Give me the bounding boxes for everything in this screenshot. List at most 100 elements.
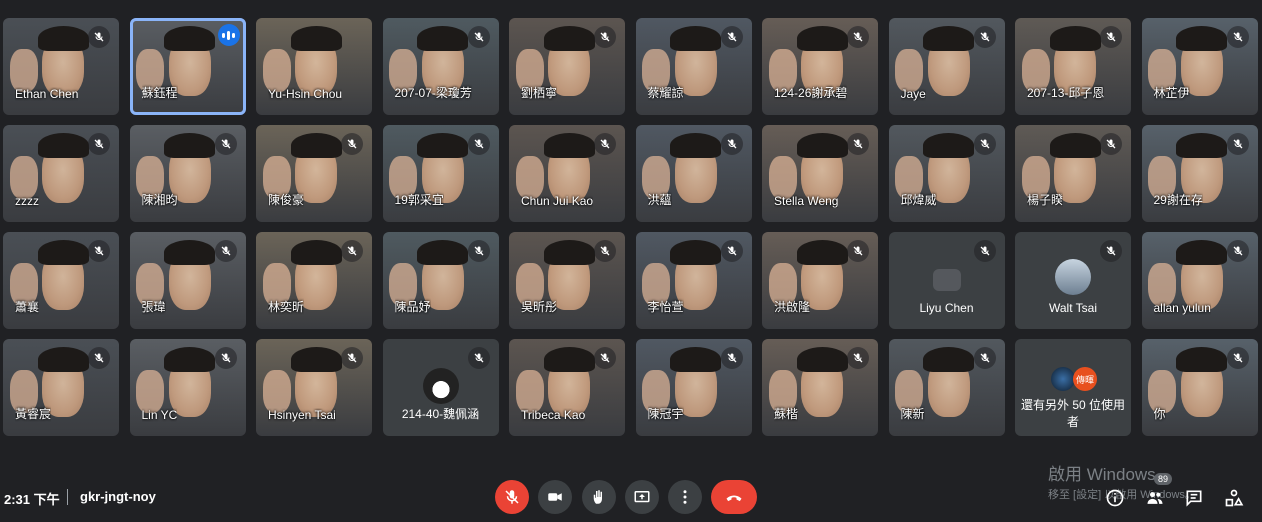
participant-tile[interactable]: 林芷伊 <box>1141 18 1258 115</box>
participant-tile[interactable]: 劉栖寧 <box>509 18 625 115</box>
mic-off-icon <box>1100 133 1122 155</box>
participant-name: Tribeca Kao <box>521 408 586 422</box>
participant-tile[interactable]: 你 <box>1141 339 1258 436</box>
mic-off-icon <box>847 26 869 48</box>
participant-tile[interactable]: Hsinyen Tsai <box>256 339 372 436</box>
raise-hand-button[interactable] <box>582 480 616 514</box>
participant-tile[interactable]: 陳冠宇 <box>635 339 752 436</box>
participant-tile[interactable]: 洪啟隆 <box>762 232 878 329</box>
speaking-indicator-icon <box>217 24 240 46</box>
participant-tile[interactable]: 207-07-梁瓊芳 <box>382 18 499 115</box>
participant-name: 蕭襄 <box>15 300 40 314</box>
participant-video <box>164 346 216 372</box>
participant-tile[interactable]: Ethan Chen <box>3 18 119 115</box>
participant-name: 蘇楷 <box>774 407 799 421</box>
participant-tile[interactable]: zzzz <box>3 125 119 222</box>
participant-video <box>543 346 595 372</box>
participant-tile[interactable]: Liyu Chen <box>888 232 1005 329</box>
participant-video <box>1049 132 1101 158</box>
participant-video <box>796 239 848 265</box>
participant-video <box>37 239 89 265</box>
participant-tile[interactable]: 蔡耀諒 <box>635 18 752 115</box>
participant-tile[interactable]: 楊子睽 <box>1015 125 1131 222</box>
avatar <box>1051 367 1075 391</box>
participant-tile[interactable]: 124-26謝承碧 <box>762 18 878 115</box>
participant-name: 蔡耀諒 <box>647 86 684 100</box>
meeting-details-button[interactable] <box>1104 487 1126 509</box>
participant-name: 207-13-邱子恩 <box>1027 86 1105 100</box>
participant-name: allan yulun <box>1153 301 1211 315</box>
participant-name: 林奕昕 <box>268 300 305 314</box>
more-options-button[interactable] <box>668 480 702 514</box>
participant-tile[interactable]: 陳湘昀 <box>129 125 246 222</box>
participant-video <box>1176 346 1228 372</box>
info-icon <box>1106 489 1124 507</box>
participant-tile[interactable]: Chun Jui Kao <box>509 125 625 222</box>
participant-video <box>164 239 216 265</box>
leave-call-button[interactable] <box>711 480 757 514</box>
participant-tile[interactable]: 214-40-魏佩涵 <box>382 339 499 436</box>
participant-tile[interactable]: 邱煒威 <box>888 125 1005 222</box>
participant-tile[interactable]: Stella Weng <box>762 125 878 222</box>
mic-off-icon <box>973 133 996 155</box>
participant-name: Chun Jui Kao <box>521 194 594 208</box>
participant-tile[interactable]: Tribeca Kao <box>509 339 625 436</box>
participant-tile[interactable]: 29謝在存 <box>1141 125 1258 222</box>
camera-toggle-button[interactable] <box>538 480 572 514</box>
participant-tile[interactable]: Lin YC <box>129 339 246 436</box>
participant-tile[interactable]: 蘇鈺程 <box>129 18 246 115</box>
participant-video <box>37 346 89 372</box>
participant-tile[interactable]: 吳昕彤 <box>509 232 625 329</box>
participant-video <box>515 370 544 413</box>
mic-off-icon <box>467 26 490 48</box>
participant-tile[interactable]: 洪蘊 <box>635 125 752 222</box>
participant-name: 李怡萱 <box>647 300 684 314</box>
participant-tile[interactable]: 陳品妤 <box>382 232 499 329</box>
participant-video <box>1148 263 1177 306</box>
participant-name: 洪蘊 <box>647 193 672 207</box>
participant-video <box>923 346 975 372</box>
mic-off-icon <box>467 133 490 155</box>
participant-tile[interactable]: Jaye <box>888 18 1005 115</box>
participant-name: 陳湘昀 <box>141 193 178 207</box>
participant-tile[interactable]: 陳俊豪 <box>256 125 372 222</box>
participant-tile[interactable]: 李怡萱 <box>635 232 752 329</box>
mic-off-icon <box>594 240 616 262</box>
participant-video <box>164 25 216 51</box>
mic-off-icon <box>1100 240 1122 262</box>
present-screen-button[interactable] <box>625 480 659 514</box>
camera-off-icon <box>932 268 961 291</box>
mic-toggle-button[interactable] <box>495 480 529 514</box>
participant-tile[interactable]: 19郭采宜 <box>382 125 499 222</box>
present-screen-icon <box>634 491 650 503</box>
participant-tile[interactable]: allan yulun <box>1141 232 1258 329</box>
people-button[interactable] <box>1144 487 1166 509</box>
avatar: 傳暉 <box>1073 367 1097 391</box>
participant-name: 邱煒威 <box>900 193 937 207</box>
more-participants-tile[interactable]: 傳暉還有另外 50 位使用者 <box>1015 339 1131 436</box>
participant-tile[interactable]: Walt Tsai <box>1015 232 1131 329</box>
participant-tile[interactable]: 陳新 <box>888 339 1005 436</box>
participant-video <box>768 156 797 199</box>
more-vert-icon <box>683 490 687 504</box>
more-participants-label: 還有另外 50 位使用者 <box>1020 398 1126 429</box>
participant-name: 洪啟隆 <box>774 300 811 314</box>
mic-off-icon <box>341 240 363 262</box>
participant-tile[interactable]: 蘇楷 <box>762 339 878 436</box>
participant-name: zzzz <box>15 194 39 208</box>
participant-tile[interactable]: 張瑋 <box>129 232 246 329</box>
participant-video <box>9 156 38 199</box>
mic-off-icon <box>847 133 869 155</box>
participant-tile[interactable]: 林奕昕 <box>256 232 372 329</box>
participant-tile[interactable]: Yu-Hsin Chou <box>256 18 372 115</box>
participant-tile[interactable]: 蕭襄 <box>3 232 119 329</box>
participant-count-badge: 89 <box>1154 473 1173 485</box>
participant-tile[interactable]: 207-13-邱子恩 <box>1015 18 1131 115</box>
activities-button[interactable] <box>1223 487 1245 509</box>
meeting-code[interactable]: gkr-jngt-noy <box>80 489 156 504</box>
participant-grid: Ethan Chen 蘇鈺程 Yu-Hsin Chou 207-07-梁瓊芳 劉栖寧 蔡耀… <box>3 18 1258 436</box>
participant-video <box>417 25 469 51</box>
participant-tile[interactable]: 黃睿宸 <box>3 339 119 436</box>
chat-button[interactable] <box>1183 487 1205 509</box>
videocam-icon <box>548 493 562 501</box>
